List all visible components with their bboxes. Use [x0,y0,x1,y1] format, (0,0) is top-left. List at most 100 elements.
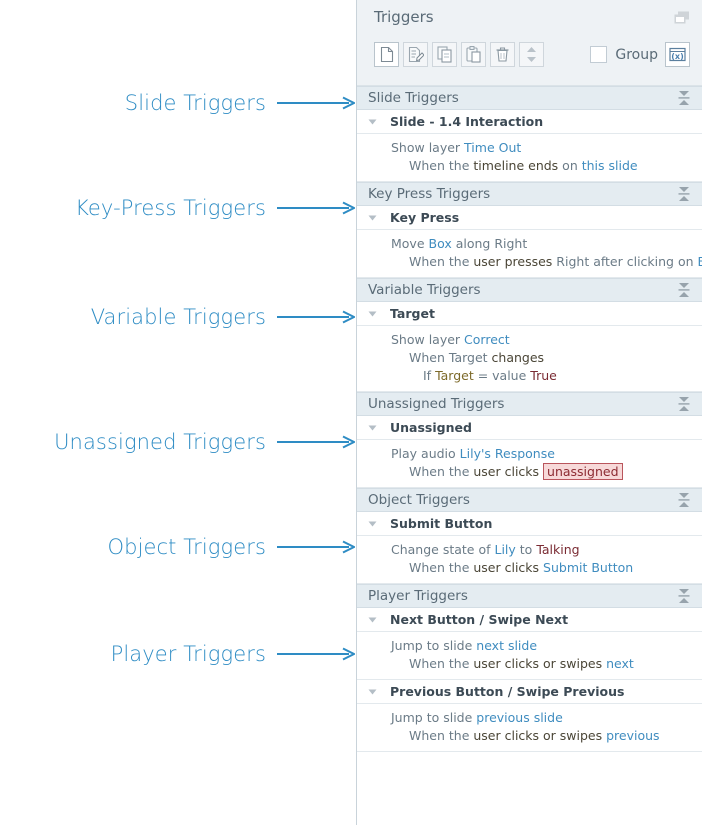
arrow-right-icon [277,96,355,110]
trash-icon [496,47,509,62]
annotation-callout: Object Triggers [108,530,355,564]
trigger-text-run: When the [409,560,474,575]
reorder-spinner[interactable] [519,42,544,67]
trigger-action-line: Jump to slide previous slide [391,709,702,727]
trigger-group-row[interactable]: Next Button / Swipe Next [357,608,702,632]
caret-down-icon[interactable] [368,215,377,221]
delete-trigger-button[interactable] [490,42,515,67]
move-up-button[interactable] [520,45,543,55]
trigger-item[interactable]: Show layer Correct When Target changes If … [357,326,702,392]
manage-variables-button[interactable]: (x) [665,42,690,67]
collapse-all-icon[interactable] [677,396,691,412]
trigger-group-row[interactable]: Submit Button [357,512,702,536]
paste-icon [465,46,481,63]
annotation-label: Player Triggers [110,642,266,666]
arrow-right-icon [277,201,355,215]
collapse-all-icon[interactable] [677,588,691,604]
trigger-text-run: user clicks or swipes [473,728,603,743]
trigger-text-run: to [515,542,537,557]
trigger-text-run: Target [435,368,474,383]
trigger-action-line: Move Box along Right [391,235,702,253]
trigger-text-run: timeline ends [473,158,559,173]
trigger-item[interactable]: Jump to slide next slide When the user cl… [357,632,702,680]
group-checkbox[interactable] [590,46,608,63]
trigger-text-run: Talking [536,542,580,557]
trigger-text-run: Change state of [391,542,495,557]
trigger-section-header[interactable]: Key Press Triggers [357,182,702,206]
collapse-all-icon[interactable] [677,282,691,298]
restore-window-icon[interactable] [674,11,690,25]
trigger-item[interactable]: Play audio Lily's Response When the user … [357,440,702,488]
trigger-section-title: Slide Triggers [368,90,459,106]
variable-xy-icon: (x) [669,47,686,62]
caret-down-icon[interactable] [368,689,377,695]
trigger-text-run: When the [409,728,474,743]
trigger-section-title: Object Triggers [368,492,470,508]
annotation-callout: Slide Triggers [125,86,355,120]
trigger-when-line: When the timeline ends on this slide [409,157,702,175]
trigger-group-name: Unassigned [390,420,472,435]
trigger-section-title: Key Press Triggers [368,186,491,202]
trigger-text-run: Box [428,236,452,251]
triangle-down-icon [527,56,536,62]
trigger-when-line: When the user presses Right after clicki… [409,253,702,271]
trigger-text-run: Show layer [391,332,465,347]
edit-trigger-button[interactable] [403,42,428,67]
annotation-callout: Player Triggers [111,637,355,671]
caret-down-icon[interactable] [368,617,377,623]
arrow-right-icon [277,647,355,661]
trigger-group-row[interactable]: Target [357,302,702,326]
trigger-text-run: previous [606,728,660,743]
trigger-group-name: Target [390,306,435,321]
trigger-when-line: When the user clicks or swipes previous [409,727,702,745]
collapse-all-icon[interactable] [677,492,691,508]
annotation-callout: Key-Press Triggers [75,191,355,225]
trigger-text-run: Lily [494,542,516,557]
trigger-group-row[interactable]: Unassigned [357,416,702,440]
trigger-when-line: When the user clicks or swipes next [409,655,702,673]
trigger-text-run: Time Out [464,140,522,155]
trigger-item[interactable]: Show layer Time Out When the timeline end… [357,134,702,182]
trigger-text-run: user clicks or swipes [473,656,603,671]
edit-page-icon [408,46,424,63]
trigger-text-run: Right after clicking on [552,254,698,269]
trigger-section-header[interactable]: Unassigned Triggers [357,392,702,416]
trigger-item[interactable]: Change state of Lily to Talking When the … [357,536,702,584]
paste-trigger-button[interactable] [461,42,486,67]
trigger-group-row[interactable]: Key Press [357,206,702,230]
trigger-group-name: Next Button / Swipe Next [390,612,569,627]
trigger-when-line: When the user clicks Submit Button [409,559,702,577]
trigger-group-row[interactable]: Previous Button / Swipe Previous [357,680,702,704]
trigger-item[interactable]: Move Box along Right When the user presse… [357,230,702,278]
trigger-section-header[interactable]: Object Triggers [357,488,702,512]
trigger-section-header[interactable]: Slide Triggers [357,86,702,110]
collapse-all-icon[interactable] [677,90,691,106]
trigger-section-title: Unassigned Triggers [368,396,505,412]
svg-text:(x): (x) [671,52,683,61]
copy-trigger-button[interactable] [432,42,457,67]
trigger-text-run: When the [409,464,474,479]
annotation-label: Object Triggers [107,535,266,559]
trigger-text-run: Lily's Response [459,446,555,461]
trigger-item[interactable]: Jump to slide previous slide When the use… [357,704,702,752]
trigger-group-name: Slide - 1.4 Interaction [390,114,544,129]
caret-down-icon[interactable] [368,119,377,125]
caret-down-icon[interactable] [368,425,377,431]
annotation-label: Key-Press Triggers [75,196,266,220]
collapse-all-icon[interactable] [677,186,691,202]
arrow-right-icon [277,310,355,324]
trigger-section-header[interactable]: Player Triggers [357,584,702,608]
caret-down-icon[interactable] [368,311,377,317]
panel-header-controls: Group (x) [590,42,690,67]
trigger-group-name: Key Press [390,210,460,225]
trigger-text-run: this slide [581,158,638,173]
new-trigger-button[interactable] [374,42,399,67]
caret-down-icon[interactable] [368,521,377,527]
move-down-button[interactable] [520,55,543,65]
trigger-text-run: next slide [476,638,538,653]
trigger-text-run: When the [409,656,474,671]
trigger-section-header[interactable]: Variable Triggers [357,278,702,302]
trigger-group-row[interactable]: Slide - 1.4 Interaction [357,110,702,134]
trigger-text-run: When the [409,158,474,173]
trigger-text-run: user clicks [473,464,540,479]
